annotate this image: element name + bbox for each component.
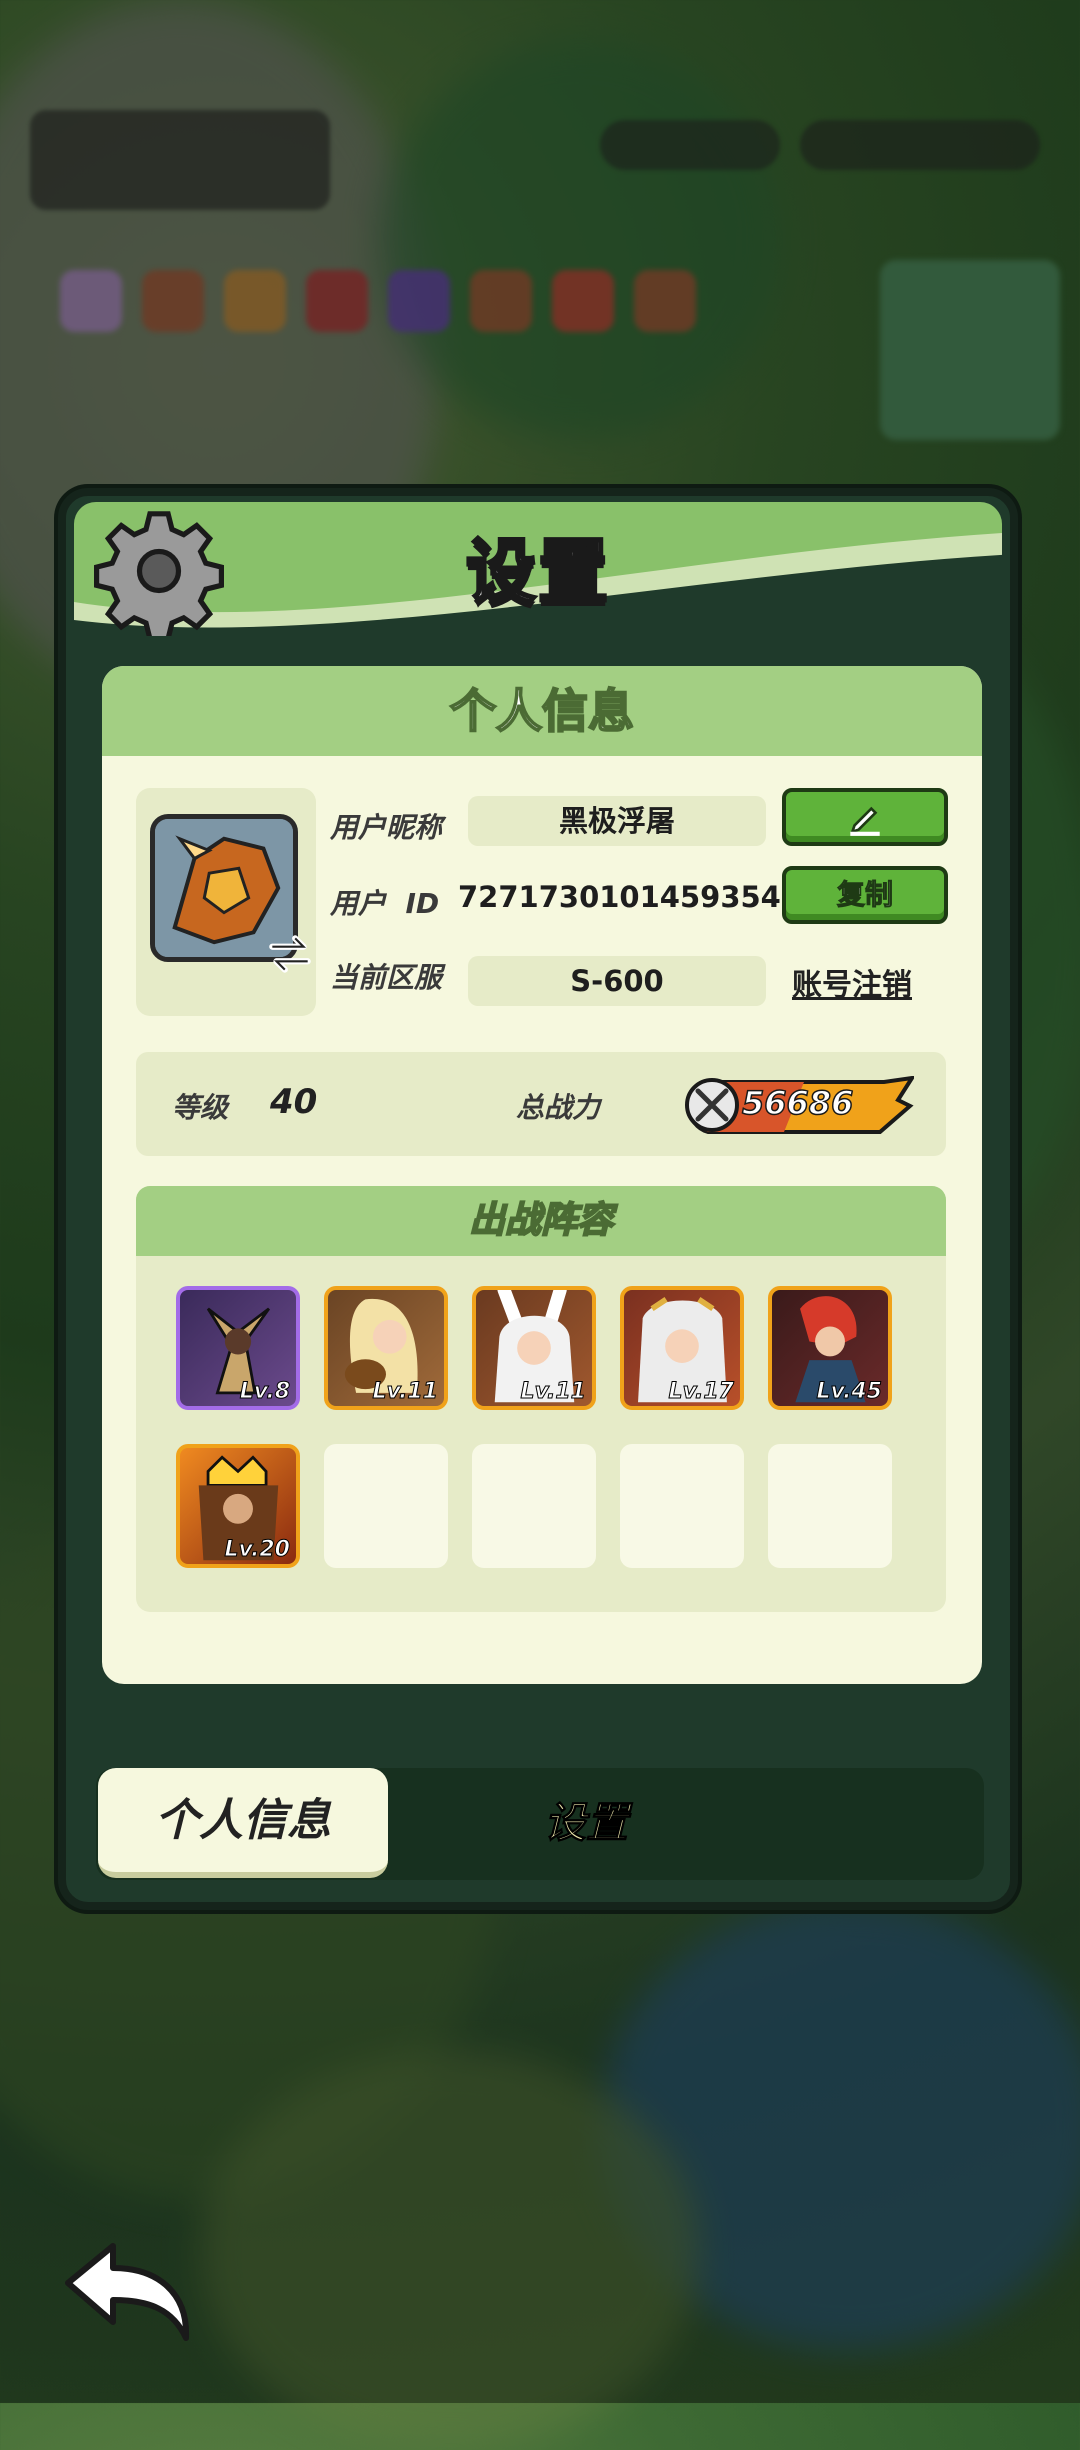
edit-nickname-button[interactable]	[782, 788, 948, 846]
power-label: 总战力	[516, 1091, 601, 1124]
hero-level: Lv.17	[668, 1379, 735, 1405]
userid-field: 72717301014593540	[458, 880, 802, 914]
panel-header: 个人信息	[102, 666, 982, 756]
server-label: 当前区服	[330, 961, 443, 994]
stats-row: 等级 40 总战力 56686	[136, 1052, 946, 1156]
lineup-header: 出战阵容	[136, 1186, 946, 1256]
hero-slot[interactable]: Lv.20	[176, 1444, 300, 1568]
hero-level: Lv.8	[239, 1379, 290, 1405]
empty-hero-slot[interactable]	[768, 1444, 892, 1568]
hero-slot[interactable]: Lv.17	[620, 1286, 744, 1410]
swords-icon	[695, 1088, 729, 1122]
hero-slot[interactable]: Lv.11	[472, 1286, 596, 1410]
back-arrow-icon[interactable]	[58, 2238, 198, 2348]
nickname-label: 用户昵称	[330, 811, 443, 844]
hero-slot[interactable]: Lv.11	[324, 1286, 448, 1410]
lineup-box: 出战阵容 Lv.8 Lv.11 Lv.11 Lv.17 Lv.45 Lv.20	[136, 1186, 946, 1612]
level-label: 等级	[172, 1091, 229, 1124]
copy-id-button[interactable]: 复制	[782, 866, 948, 924]
empty-hero-slot[interactable]	[472, 1444, 596, 1568]
avatar-box[interactable]	[136, 788, 316, 1016]
hero-level: Lv.11	[520, 1379, 587, 1405]
tab-profile[interactable]: 个人信息	[98, 1768, 388, 1878]
tab-bar: 个人信息 设置	[96, 1768, 984, 1880]
hero-level: Lv.20	[224, 1537, 291, 1563]
nickname-field: 黑极浮屠	[468, 796, 766, 846]
pencil-icon	[850, 806, 880, 836]
hero-level: Lv.45	[816, 1379, 883, 1405]
empty-hero-slot[interactable]	[620, 1444, 744, 1568]
hero-slot[interactable]: Lv.45	[768, 1286, 892, 1410]
hero-slot[interactable]: Lv.8	[176, 1286, 300, 1410]
userid-label: 用户 ID	[330, 887, 440, 920]
settings-dialog: 设置 个人信息 用户昵称 黑极浮屠 用户 ID 7271730101459354…	[58, 488, 1018, 1910]
swap-icon[interactable]	[264, 928, 316, 980]
hero-level: Lv.11	[372, 1379, 439, 1405]
power-badge: 56686	[684, 1076, 914, 1134]
power-value: 56686	[741, 1083, 854, 1123]
profile-panel: 个人信息 用户昵称 黑极浮屠 用户 ID 72717301014593540 复…	[102, 666, 982, 1684]
server-field: S-600	[468, 956, 766, 1006]
level-value: 40	[270, 1082, 318, 1122]
tab-settings[interactable]: 设置	[456, 1768, 716, 1878]
dialog-title: 设置	[465, 530, 610, 615]
empty-hero-slot[interactable]	[324, 1444, 448, 1568]
cancel-account-link[interactable]: 账号注销	[792, 960, 912, 1004]
